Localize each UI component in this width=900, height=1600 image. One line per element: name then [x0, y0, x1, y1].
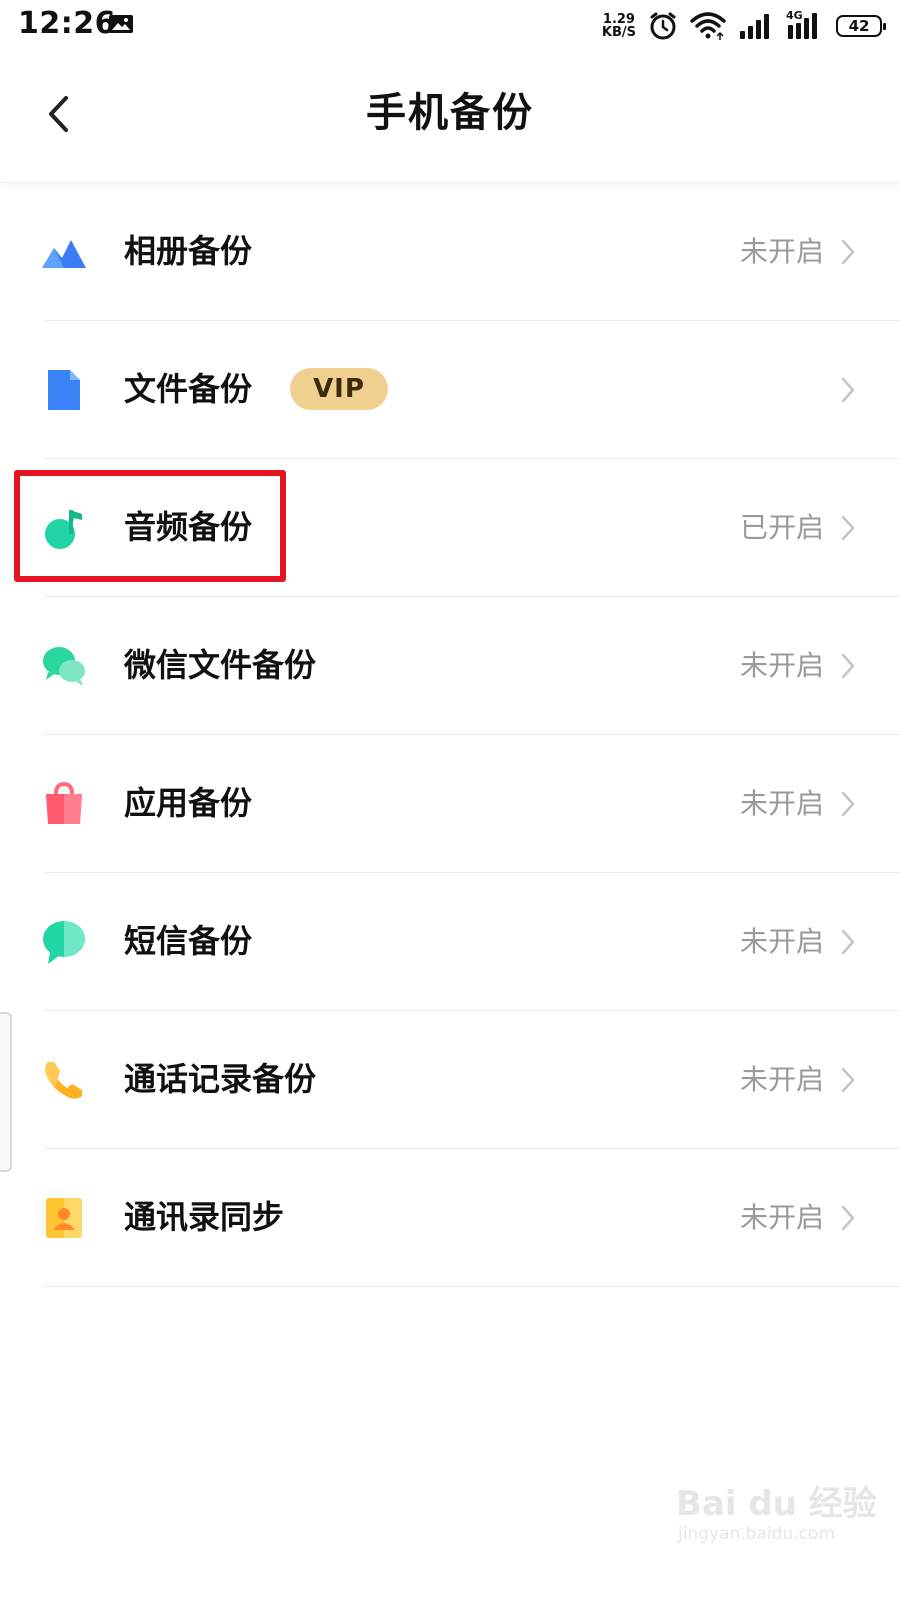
list-item-sms-backup[interactable]: 短信备份 未开启	[0, 873, 900, 1011]
contact-card-icon	[46, 1198, 82, 1238]
chevron-right-icon	[841, 653, 855, 679]
backup-list: 相册备份 未开启 文件备份 VIP 音频备份 已开启 微信文件备份 未开启 应用…	[0, 183, 900, 1287]
status-text: 未开启	[739, 787, 824, 820]
list-item-contacts-sync[interactable]: 通讯录同步 未开启	[0, 1149, 900, 1287]
vip-badge: VIP	[290, 368, 388, 410]
chevron-right-icon	[841, 239, 855, 265]
status-text: 未开启	[739, 1063, 824, 1096]
status-indicators: 1.29 KB/S 4G 42	[601, 8, 886, 44]
list-item-photo-backup[interactable]: 相册备份 未开启	[0, 183, 900, 321]
chevron-right-icon	[841, 1067, 855, 1093]
signal-icon	[740, 14, 769, 39]
list-item-wechat-backup[interactable]: 微信文件备份 未开启	[0, 597, 900, 735]
list-item-app-backup[interactable]: 应用备份 未开启	[0, 735, 900, 873]
wifi-icon	[690, 12, 726, 40]
shopping-bag-icon	[46, 781, 82, 824]
side-drag-handle[interactable]	[0, 1012, 12, 1172]
watermark-brand: Bai du 经验	[676, 1484, 877, 1524]
list-item-call-log-backup[interactable]: 通话记录备份 未开启	[0, 1011, 900, 1149]
highlight-annotation	[14, 470, 286, 582]
chevron-right-icon	[841, 515, 855, 541]
status-text: 未开启	[739, 235, 824, 268]
chevron-right-icon	[841, 791, 855, 817]
status-text: 已开启	[739, 511, 824, 544]
status-text: 未开启	[739, 1201, 824, 1234]
watermark-url: jingyan.baidu.com	[678, 1524, 835, 1544]
header: 手机备份	[0, 52, 900, 183]
chevron-right-icon	[841, 377, 855, 403]
file-icon	[48, 370, 80, 410]
chevron-right-icon	[841, 1205, 855, 1231]
signal-4g: 4G	[786, 9, 824, 41]
status-bar: 12:26 1.29 KB/S 4G 42	[0, 0, 900, 52]
status-text: 未开启	[739, 925, 824, 958]
chat-bubble-icon	[43, 921, 85, 964]
status-text: 未开启	[739, 649, 824, 682]
network-speed: 1.29 KB/S	[601, 12, 636, 40]
status-time: 12:26	[18, 6, 116, 41]
phone-icon	[45, 1062, 82, 1099]
watermark: Bai du 经验 jingyan.baidu.com	[676, 1466, 877, 1556]
wechat-icon	[43, 647, 85, 686]
divider	[44, 1286, 900, 1287]
photo-album-icon	[42, 240, 86, 268]
alarm-icon	[650, 12, 676, 40]
list-item-file-backup[interactable]: 文件备份 VIP	[0, 321, 900, 459]
signal-4g-icon	[788, 13, 817, 39]
image-notification-icon	[109, 15, 133, 33]
page-title: 手机备份	[366, 90, 534, 136]
battery-indicator: 42	[836, 15, 886, 37]
chevron-right-icon	[841, 929, 855, 955]
